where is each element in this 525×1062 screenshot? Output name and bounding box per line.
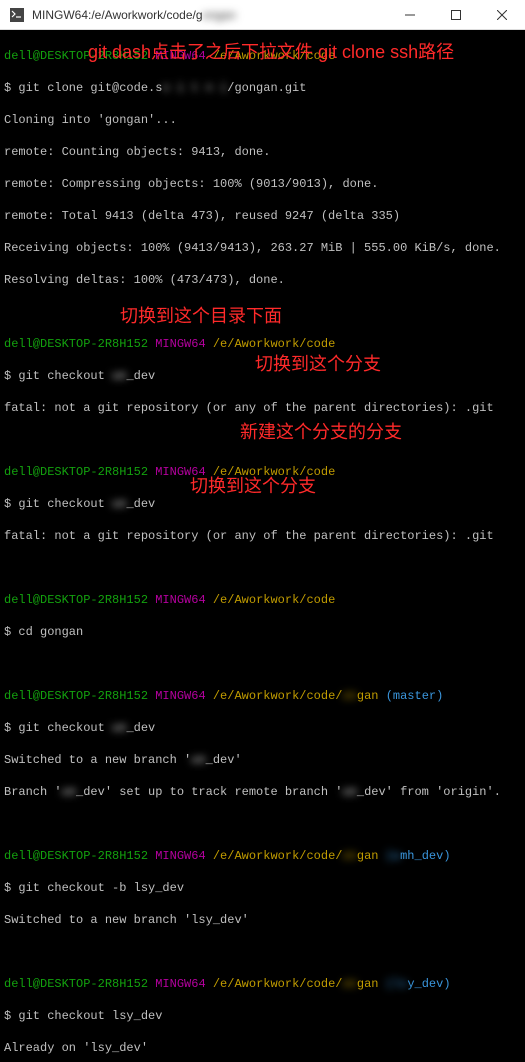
prompt-line: dell@DESKTOP-2R8H152 MINGW64 /e/Aworkwor… xyxy=(4,336,521,352)
out-line: remote: Compressing objects: 100% (9013/… xyxy=(4,176,521,192)
out-line: Resolving deltas: 100% (473/473), done. xyxy=(4,272,521,288)
out-line: Cloning into 'gongan'... xyxy=(4,112,521,128)
out-line: Branch 'wm_dev' set up to track remote b… xyxy=(4,784,521,800)
blank-line xyxy=(4,560,521,576)
prompt-line: dell@DESKTOP-2R8H152 MINGW64 /e/Aworkwor… xyxy=(4,464,521,480)
window-titlebar: MINGW64:/e/Aworkwork/code/gongan xyxy=(0,0,525,30)
prompt-line: dell@DESKTOP-2R8H152 MINGW64 /e/Aworkwor… xyxy=(4,48,521,64)
blank-line xyxy=(4,432,521,448)
close-button[interactable] xyxy=(479,0,525,30)
window-title: MINGW64:/e/Aworkwork/code/gongan xyxy=(32,8,387,22)
blank-line xyxy=(4,656,521,672)
out-line: Already on 'lsy_dev' xyxy=(4,1040,521,1056)
window-controls xyxy=(387,0,525,29)
app-icon xyxy=(8,6,26,24)
blank-line xyxy=(4,304,521,320)
out-line: remote: Total 9413 (delta 473), reused 9… xyxy=(4,208,521,224)
prompt-line: dell@DESKTOP-2R8H152 MINGW64 /e/Aworkwor… xyxy=(4,592,521,608)
prompt-line: dell@DESKTOP-2R8H152 MINGW64 /e/Aworkwor… xyxy=(4,848,521,864)
out-line: Switched to a new branch 'wm_dev' xyxy=(4,752,521,768)
cmd-line: $ git clone git@code.so i t n i/gongan.g… xyxy=(4,80,521,96)
cmd-line: $ git checkout wm_dev xyxy=(4,496,521,512)
terminal-output[interactable]: dell@DESKTOP-2R8H152 MINGW64 /e/Aworkwor… xyxy=(0,30,525,1062)
prompt-line: dell@DESKTOP-2R8H152 MINGW64 /e/Aworkwor… xyxy=(4,976,521,992)
blank-line xyxy=(4,944,521,960)
out-line: Switched to a new branch 'lsy_dev' xyxy=(4,912,521,928)
cmd-line: $ git checkout lsy_dev xyxy=(4,1008,521,1024)
maximize-button[interactable] xyxy=(433,0,479,30)
cmd-line: $ git checkout -b lsy_dev xyxy=(4,880,521,896)
out-line: fatal: not a git repository (or any of t… xyxy=(4,400,521,416)
out-line: fatal: not a git repository (or any of t… xyxy=(4,528,521,544)
minimize-button[interactable] xyxy=(387,0,433,30)
cmd-line: $ git checkout wm_dev xyxy=(4,368,521,384)
blank-line xyxy=(4,816,521,832)
cmd-line: $ git checkout wm_dev xyxy=(4,720,521,736)
prompt-line: dell@DESKTOP-2R8H152 MINGW64 /e/Aworkwor… xyxy=(4,688,521,704)
out-line: remote: Counting objects: 9413, done. xyxy=(4,144,521,160)
out-line: Receiving objects: 100% (9413/9413), 263… xyxy=(4,240,521,256)
cmd-line: $ cd gongan xyxy=(4,624,521,640)
